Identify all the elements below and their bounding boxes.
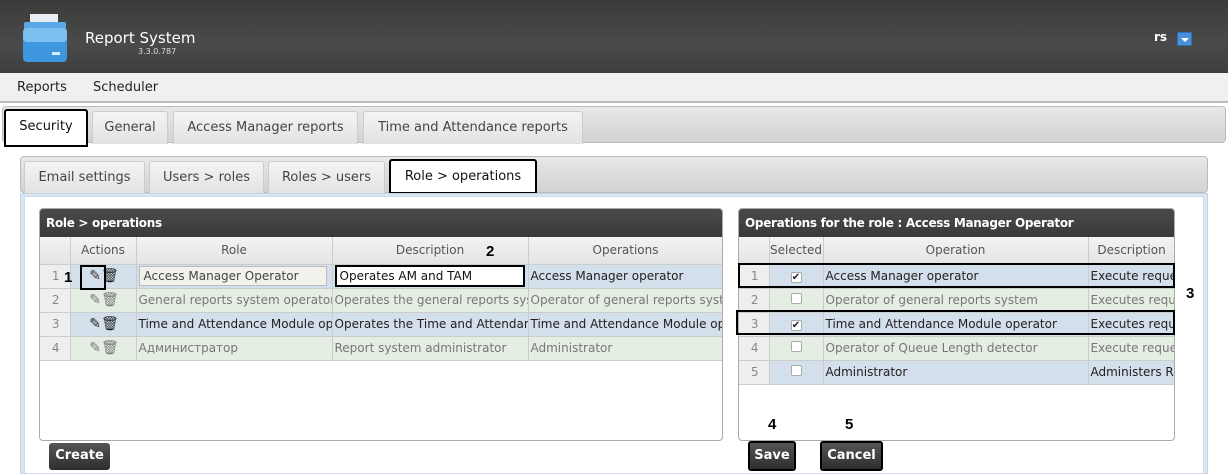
description-cell[interactable]: Operates AM and TAM bbox=[332, 264, 529, 289]
description-cell: Operates the general reports system bbox=[332, 288, 529, 313]
table-row[interactable]: 2 Operator of general reports system Exe… bbox=[739, 288, 1174, 313]
table-row[interactable]: 5 Administrator Administers Re bbox=[739, 360, 1174, 385]
row-number: 2 bbox=[739, 288, 770, 313]
roles-grid-title: Role > operations bbox=[40, 209, 722, 237]
col-num bbox=[40, 237, 71, 265]
row-actions: ✎🗑 bbox=[70, 312, 137, 337]
tab-access-manager-reports[interactable]: Access Manager reports bbox=[173, 111, 358, 144]
user-menu-chevron-down-icon[interactable] bbox=[1177, 32, 1192, 46]
selected-checkbox[interactable] bbox=[790, 341, 802, 352]
operations-header-row: Selected Operation Description bbox=[739, 237, 1174, 265]
user-name[interactable]: rs bbox=[1154, 30, 1167, 44]
description-input[interactable]: Operates AM and TAM bbox=[334, 265, 525, 287]
operations-cell: Time and Attendance Module operator bbox=[528, 312, 722, 337]
operations-cell: Access Manager operator bbox=[528, 264, 722, 289]
role-cell[interactable]: Access Manager Operator bbox=[136, 264, 333, 289]
operations-cell: Administrator bbox=[528, 336, 722, 361]
role-cell: Администратор bbox=[136, 336, 333, 361]
selected-cell bbox=[769, 288, 824, 313]
table-row[interactable]: 4 Operator of Queue Length detector Exec… bbox=[739, 336, 1174, 361]
col-operation[interactable]: Operation bbox=[823, 237, 1089, 265]
role-cell: Time and Attendance Module operator bbox=[136, 312, 333, 337]
menu-scheduler[interactable]: Scheduler bbox=[93, 80, 158, 95]
menu-reports[interactable]: Reports bbox=[17, 80, 67, 95]
selected-checkbox[interactable] bbox=[790, 293, 802, 304]
operations-cell: Operator of general reports system bbox=[528, 288, 722, 313]
row-number: 2 bbox=[40, 288, 71, 313]
annotation-1: 1 bbox=[64, 269, 73, 286]
role-cell: General reports system operator bbox=[136, 288, 333, 313]
tab-role-operations[interactable]: Role > operations bbox=[389, 159, 537, 194]
menu-bar: Reports Scheduler bbox=[0, 73, 1228, 103]
description-cell: Report system administrator bbox=[332, 336, 529, 361]
edit-pencil-icon[interactable]: ✎ bbox=[89, 316, 101, 332]
save-button[interactable]: Save bbox=[748, 441, 796, 471]
selected-row-highlight bbox=[738, 263, 1175, 288]
create-button[interactable]: Create bbox=[49, 443, 110, 470]
col-num bbox=[739, 237, 770, 265]
tab-security[interactable]: Security bbox=[4, 109, 88, 147]
tab-general[interactable]: General bbox=[92, 111, 168, 144]
main-tab-bar: Security General Access Manager reports … bbox=[2, 106, 1226, 147]
edit-pencil-icon[interactable]: ✎ bbox=[89, 292, 101, 308]
annotation-3: 3 bbox=[1186, 285, 1195, 302]
operation-cell: Operator of Queue Length detector bbox=[823, 336, 1089, 361]
description-cell: Administers Re bbox=[1088, 360, 1174, 385]
row-number: 4 bbox=[739, 336, 770, 361]
col-description[interactable]: Description bbox=[1088, 237, 1174, 265]
tab-roles-users[interactable]: Roles > users bbox=[268, 161, 385, 194]
tab-users-roles[interactable]: Users > roles bbox=[149, 161, 264, 194]
edit-highlight bbox=[80, 265, 106, 290]
row-number: 5 bbox=[739, 360, 770, 385]
app-version: 3.3.0.787 bbox=[138, 47, 177, 56]
table-row[interactable]: 3 ✎🗑 Time and Attendance Module operator… bbox=[40, 312, 722, 337]
cancel-button[interactable]: Cancel bbox=[820, 441, 883, 471]
table-row[interactable]: 1 ✎🗑 Access Manager Operator Operates AM… bbox=[40, 264, 722, 289]
description-cell: Operates the Time and Attendance bbox=[332, 312, 529, 337]
roles-header-row: Actions Role Description Operations bbox=[40, 237, 722, 265]
operation-cell: Operator of general reports system bbox=[823, 288, 1089, 313]
selected-checkbox[interactable] bbox=[790, 365, 802, 376]
table-row[interactable]: 4 ✎🗑 Администратор Report system adminis… bbox=[40, 336, 722, 361]
delete-trash-icon[interactable]: 🗑 bbox=[101, 340, 119, 356]
delete-trash-icon[interactable]: 🗑 bbox=[101, 316, 119, 332]
col-operations[interactable]: Operations bbox=[528, 237, 722, 265]
delete-trash-icon[interactable]: 🗑 bbox=[101, 292, 119, 308]
col-selected[interactable]: Selected bbox=[769, 237, 824, 265]
description-cell: Execute reques bbox=[1088, 336, 1174, 361]
selected-cell bbox=[769, 336, 824, 361]
selected-row-highlight bbox=[736, 310, 1175, 335]
table-row[interactable]: 2 ✎🗑 General reports system operator Ope… bbox=[40, 288, 722, 313]
operations-grid-title: Operations for the role : Access Manager… bbox=[739, 209, 1174, 237]
app-header: Report System 3.3.0.787 rs bbox=[0, 0, 1228, 73]
role-input[interactable]: Access Manager Operator bbox=[138, 266, 327, 286]
tab-time-attendance-reports[interactable]: Time and Attendance reports bbox=[363, 111, 583, 144]
row-actions: ✎🗑 bbox=[70, 336, 137, 361]
col-role[interactable]: Role bbox=[136, 237, 333, 265]
row-number: 3 bbox=[40, 312, 71, 337]
tab-email-settings[interactable]: Email settings bbox=[24, 161, 145, 194]
sub-tab-bar: Email settings Users > roles Roles > use… bbox=[20, 156, 1208, 194]
app-title: Report System bbox=[85, 29, 196, 47]
description-cell: Executes reque bbox=[1088, 288, 1174, 313]
edit-pencil-icon[interactable]: ✎ bbox=[89, 340, 101, 356]
row-number: 4 bbox=[40, 336, 71, 361]
annotation-2: 2 bbox=[486, 243, 495, 260]
operation-cell: Administrator bbox=[823, 360, 1089, 385]
row-actions: ✎🗑 bbox=[70, 288, 137, 313]
annotation-4: 4 bbox=[768, 416, 777, 433]
annotation-5: 5 bbox=[845, 416, 854, 433]
col-actions[interactable]: Actions bbox=[70, 237, 137, 265]
folder-icon bbox=[23, 14, 67, 62]
col-description[interactable]: Description bbox=[332, 237, 529, 265]
selected-cell bbox=[769, 360, 824, 385]
roles-grid: Role > operations Actions Role Descripti… bbox=[39, 208, 723, 441]
